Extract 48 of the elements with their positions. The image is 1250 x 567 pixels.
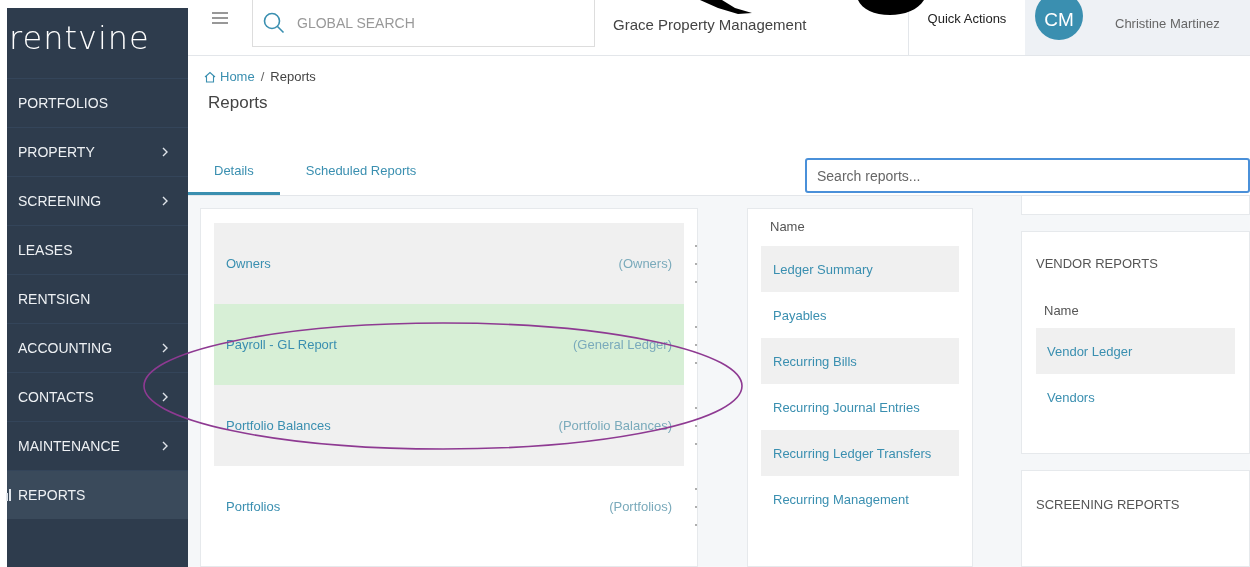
sidebar-label: SCREENING <box>18 193 103 209</box>
report-link[interactable]: Vendor Ledger <box>1036 328 1235 374</box>
tab[interactable]: Scheduled Reports <box>279 163 443 195</box>
breadcrumb-current: Reports <box>270 69 316 84</box>
report-type: (Owners) <box>618 256 672 271</box>
breadcrumb-separator: / <box>260 69 265 84</box>
report-link[interactable]: Payables <box>761 292 959 338</box>
sidebar-label: ACCOUNTING <box>18 340 114 356</box>
report-name: Portfolio Balances <box>226 418 332 433</box>
report-row[interactable]: Portfolios (Portfolios) <box>214 466 684 547</box>
report-type: (General Ledger) <box>573 337 672 352</box>
company-name: Grace Property Management <box>613 16 807 33</box>
search-icon <box>263 12 285 34</box>
sidebar-item[interactable]: REPORTS <box>7 470 188 519</box>
chart-icon <box>6 489 12 501</box>
report-type: (Portfolios) <box>609 499 672 514</box>
page-title: Reports <box>208 93 269 113</box>
search-reports-field[interactable]: Search reports... <box>805 158 1250 193</box>
sidebar-item[interactable]: PROPERTY <box>7 127 188 176</box>
report-link[interactable]: Recurring Bills <box>761 338 959 384</box>
column-header: Name <box>769 219 806 236</box>
report-name: Payroll - GL Report <box>226 337 338 352</box>
report-link[interactable]: Recurring Management <box>761 476 959 522</box>
report-link[interactable]: Recurring Ledger Transfers <box>761 430 959 476</box>
sidebar-label: RENTSIGN <box>18 291 92 307</box>
user-name: Christine Martinez <box>1115 16 1220 31</box>
logo: rentvine <box>8 18 151 59</box>
report-link[interactable]: Vendors <box>1036 374 1235 420</box>
breadcrumb-link[interactable]: Home <box>204 69 255 84</box>
search-field[interactable]: GLOBAL SEARCH <box>252 0 595 47</box>
avatar: CM <box>1035 0 1083 40</box>
sidebar-label: LEASES <box>18 242 74 258</box>
report-name: Portfolios <box>226 499 282 514</box>
section-title: VENDOR REPORTS <box>1036 256 1159 271</box>
sidebar-label: REPORTS <box>18 487 87 503</box>
sidebar-item[interactable]: PORTFOLIOS <box>7 78 188 127</box>
sidebar-label: PORTFOLIOS <box>18 95 109 111</box>
column-header: Name <box>1043 302 1080 320</box>
report-type: (Portfolio Balances) <box>558 418 672 433</box>
section-title: SCREENING REPORTS <box>1036 497 1181 512</box>
user-menu[interactable]: CM Christine Martinez <box>1025 0 1250 55</box>
sidebar-label: MAINTENANCE <box>18 438 121 454</box>
report-name: Owners <box>226 256 272 271</box>
sidebar-label: CONTACTS <box>18 389 95 405</box>
report-link[interactable]: Ledger Summary <box>761 246 959 292</box>
sidebar-label: PROPERTY <box>18 144 96 160</box>
report-link[interactable]: Recurring Journal Entries <box>761 384 959 430</box>
home-icon <box>204 70 216 83</box>
